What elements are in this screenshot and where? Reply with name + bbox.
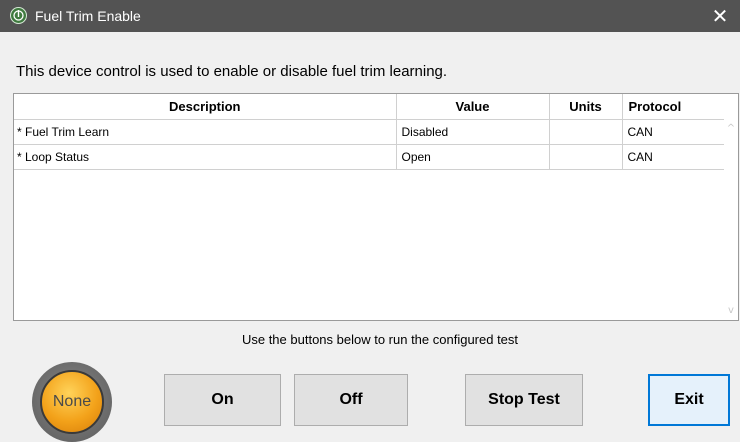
cell-value: Open <box>396 144 550 170</box>
cell-units <box>549 144 623 170</box>
stop-test-button[interactable]: Stop Test <box>465 374 583 426</box>
status-indicator: None <box>32 362 112 442</box>
data-table: Description Value Units Protocol * Fuel … <box>14 94 726 170</box>
window-title: Fuel Trim Enable <box>35 8 141 24</box>
title-bar: Fuel Trim Enable ✕ <box>0 0 740 32</box>
cell-value: Disabled <box>396 119 550 145</box>
exit-button[interactable]: Exit <box>648 374 730 426</box>
column-header-description[interactable]: Description <box>14 94 397 120</box>
cell-description: * Fuel Trim Learn <box>14 119 397 145</box>
data-grid[interactable]: Description Value Units Protocol * Fuel … <box>13 93 739 321</box>
column-header-protocol[interactable]: Protocol <box>622 94 726 120</box>
close-icon[interactable]: ✕ <box>712 4 729 28</box>
scroll-up-arrow-icon[interactable]: ^ <box>726 124 736 134</box>
instruction-text: Use the buttons below to run the configu… <box>241 332 519 347</box>
column-header-units[interactable]: Units <box>549 94 623 120</box>
cell-protocol: CAN <box>622 119 726 145</box>
app-logo-icon <box>10 7 27 24</box>
on-button[interactable]: On <box>164 374 281 426</box>
cell-units <box>549 119 623 145</box>
column-header-value[interactable]: Value <box>396 94 550 120</box>
table-header-row: Description Value Units Protocol <box>14 94 726 120</box>
table-row[interactable]: * Fuel Trim Learn Disabled CAN <box>14 119 726 145</box>
cell-protocol: CAN <box>622 144 726 170</box>
close-button[interactable]: ✕ <box>700 0 740 32</box>
table-row[interactable]: * Loop Status Open CAN <box>14 144 726 170</box>
status-indicator-light: None <box>40 370 104 434</box>
off-button[interactable]: Off <box>294 374 408 426</box>
scroll-down-arrow-icon[interactable]: v <box>726 306 736 316</box>
vertical-scrollbar[interactable]: ^ v <box>724 94 738 320</box>
description-text: This device control is used to enable or… <box>16 63 448 80</box>
status-indicator-label: None <box>52 393 92 410</box>
cell-description: * Loop Status <box>14 144 397 170</box>
